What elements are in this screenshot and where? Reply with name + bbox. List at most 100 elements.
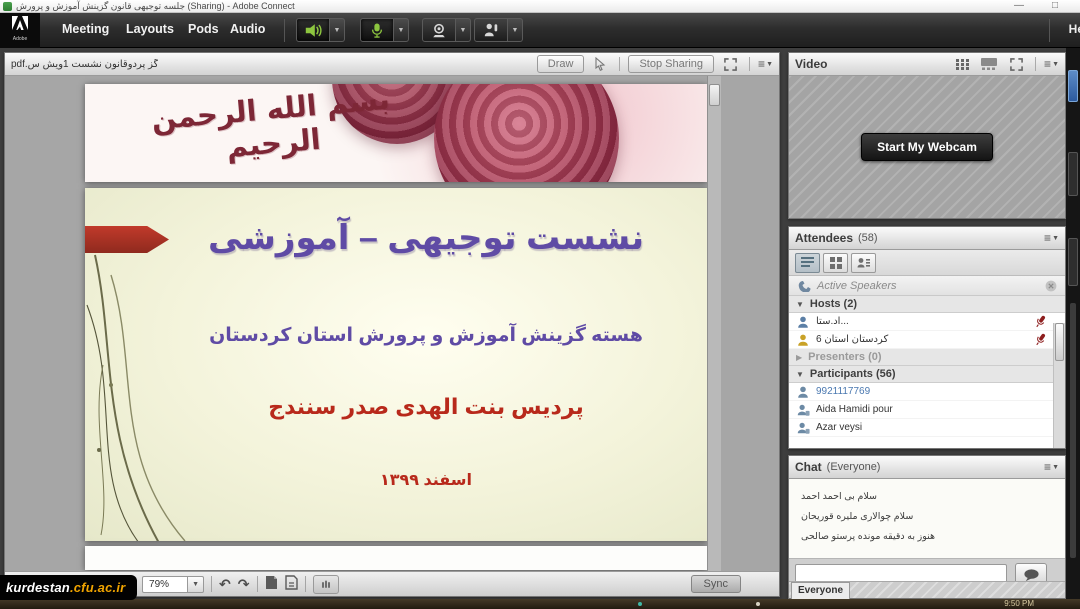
menu-meeting[interactable]: Meeting (62, 22, 109, 36)
speaker-button[interactable] (296, 18, 330, 42)
slide-organization: پردیس بنت الهدی صدر سنندج (155, 394, 697, 420)
slide-date: اسفند ۱۳۹۹ (155, 470, 697, 490)
grid-view-button[interactable] (823, 253, 848, 273)
microphone-dropdown[interactable]: ▼ (394, 18, 409, 42)
card-view-button[interactable] (851, 253, 876, 273)
microphone-button[interactable] (360, 18, 394, 42)
fit-width-icon (285, 575, 298, 590)
menu-pods[interactable]: Pods (188, 22, 219, 36)
attendees-scrollbar[interactable] (1053, 323, 1065, 448)
slide-previous-page: بسم الله الرحمن الرحیم (85, 84, 707, 182)
minimize-button[interactable]: — (1012, 0, 1026, 11)
document-scrollbar[interactable] (707, 76, 721, 571)
chat-pod-title: Chat (795, 460, 822, 474)
active-speaker-icon (797, 279, 811, 292)
muted-mic-icon (1034, 332, 1047, 347)
menu-audio[interactable]: Audio (230, 22, 265, 36)
webcam-button[interactable] (422, 18, 456, 42)
presenters-section-header[interactable]: ▶ Presenters (0) (789, 349, 1065, 366)
attendee-name: اد.ستا... (816, 316, 849, 327)
system-clock: 9:50 PM (1004, 599, 1034, 608)
collapse-circle-icon[interactable] (1045, 280, 1057, 292)
chat-tab-everyone[interactable]: Everyone (791, 582, 850, 599)
attendee-row-participant[interactable]: 9921117769 (789, 383, 1065, 401)
branch-decoration (85, 245, 211, 541)
stop-sharing-button[interactable]: Stop Sharing (628, 55, 714, 73)
participants-section-header[interactable]: ▼ Participants (56) (789, 366, 1065, 383)
zoom-dropdown-icon[interactable]: ▼ (188, 576, 204, 593)
chat-scope: (Everyone) (827, 461, 881, 473)
attendee-name: کردستان استان 6 (816, 334, 888, 345)
pan-tool-button[interactable] (313, 575, 339, 594)
watermark-domain: .cfu.ac.ir (70, 580, 125, 595)
window-title: جلسه توجیهی قانون گزینش آموزش و پرورش (S… (16, 0, 295, 13)
attendees-pod-header: Attendees (58) ≡▼ (789, 227, 1065, 250)
fit-page-button[interactable] (265, 575, 278, 593)
attendees-count: (58) (858, 232, 878, 244)
attendees-view-toolbar (789, 250, 1065, 276)
maximize-button[interactable]: □ (1048, 0, 1062, 11)
chat-pod: Chat (Everyone) ≡▼ سلام بی احمد احمد سلا… (788, 455, 1066, 599)
raise-hand-dropdown[interactable]: ▼ (508, 18, 523, 42)
raise-hand-button[interactable] (474, 18, 508, 42)
redo-button[interactable]: ↷ (238, 577, 250, 591)
attendee-row-participant[interactable]: Aida Hamidi pour (789, 401, 1065, 419)
fit-page-icon (265, 575, 278, 590)
adobe-logo: Adobe (0, 13, 40, 48)
filmstrip-view-icon[interactable] (978, 56, 1000, 73)
chat-tabs-bar: Everyone (789, 581, 1065, 598)
attendee-row-participant[interactable]: Azar veysi (789, 419, 1065, 437)
video-pod-menu-icon[interactable]: ≡▼ (1044, 59, 1059, 69)
scrollbar-thumb[interactable] (1055, 323, 1064, 361)
share-pod-menu-icon[interactable]: ≡▼ (758, 59, 773, 69)
attendees-pod: Attendees (58) ≡▼ Active Speakers (788, 226, 1066, 449)
webcam-dropdown[interactable]: ▼ (456, 18, 471, 42)
menu-help[interactable]: He (1069, 22, 1080, 36)
speaker-dropdown[interactable]: ▼ (330, 18, 345, 42)
attendees-pod-menu-icon[interactable]: ≡▼ (1044, 233, 1059, 243)
fullscreen-icon[interactable] (719, 56, 741, 73)
video-pod: Video ≡▼ Start My Webcam (788, 52, 1066, 219)
edge-app-icon-gray (1068, 238, 1078, 286)
desktop-strip: 9:50 PM (0, 599, 1080, 609)
scrollbar-thumb[interactable] (709, 84, 720, 106)
start-webcam-button[interactable]: Start My Webcam (861, 133, 993, 161)
zoom-level-select[interactable]: 79% ▼ (142, 576, 204, 593)
menubar-separator (1049, 19, 1050, 42)
undo-button[interactable]: ↶ (219, 577, 231, 591)
attendee-row-host[interactable]: اد.ستا... (789, 313, 1065, 331)
share-pod-header: گز پردوقانون نشست 1ویش س.pdf Draw Stop S… (5, 53, 779, 76)
edge-app-icon-gray (1068, 152, 1078, 196)
expand-triangle-icon: ▶ (796, 353, 802, 362)
pointer-tool-button[interactable] (589, 56, 611, 73)
fit-width-button[interactable] (285, 575, 298, 593)
taskbar-dot (638, 602, 642, 606)
muted-mic-icon (1034, 314, 1047, 329)
attendee-name: Azar veysi (816, 422, 862, 433)
hosts-section-header[interactable]: ▼ Hosts (2) (789, 296, 1065, 313)
shared-document-title: گز پردوقانون نشست 1ویش س.pdf (11, 59, 158, 70)
sync-button[interactable]: Sync (691, 575, 741, 593)
speaker-control-group: ▼ (296, 18, 345, 42)
watermark: kurdestan.cfu.ac.ir (0, 575, 137, 600)
mic-control-group: ▼ (360, 18, 409, 42)
chat-pod-header: Chat (Everyone) ≡▼ (789, 456, 1065, 479)
chat-pod-menu-icon[interactable]: ≡▼ (1044, 462, 1059, 472)
taskbar-dot (756, 602, 760, 606)
attendee-name: 9921117769 (816, 386, 870, 397)
participant-avatar-icon (796, 421, 810, 435)
collapse-triangle-icon: ▼ (796, 370, 804, 379)
list-view-button[interactable] (795, 253, 820, 273)
watermark-name: kurdestan (6, 580, 70, 595)
grid-view-icon[interactable] (951, 56, 973, 73)
menu-layouts[interactable]: Layouts (126, 22, 174, 36)
slide-current-page: نشست توجیهی – آموزشی هسته گزینش آموزش و … (85, 188, 707, 541)
chat-message: سلام چوالاری ملیره قوریحان (801, 511, 1065, 522)
draw-button[interactable]: Draw (537, 55, 585, 73)
participant-avatar-icon (796, 403, 810, 417)
pan-hand-icon (320, 578, 332, 590)
active-speakers-row[interactable]: Active Speakers (789, 276, 1065, 296)
rose-image (434, 84, 619, 182)
fullscreen-icon[interactable] (1005, 56, 1027, 73)
attendee-row-host[interactable]: کردستان استان 6 (789, 331, 1065, 349)
